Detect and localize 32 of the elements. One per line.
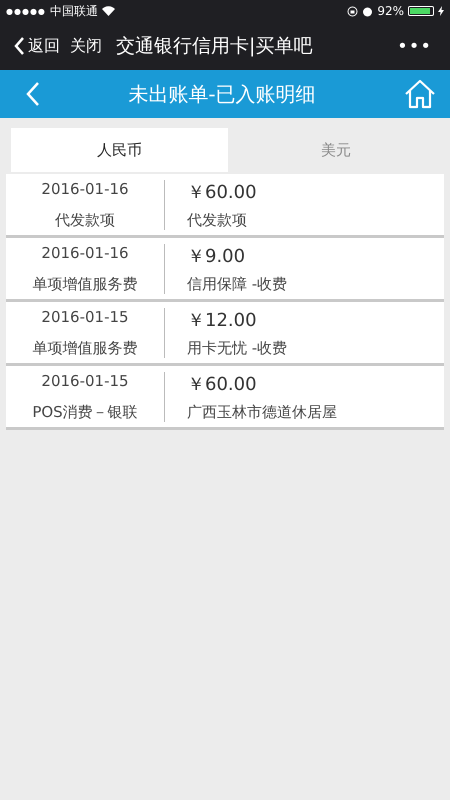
transaction-amount: ￥60.00 xyxy=(187,180,258,204)
lock-rotation-icon xyxy=(347,6,358,16)
battery-icon xyxy=(408,6,434,16)
transaction-type: POS消费－银联 xyxy=(32,402,138,422)
back-button[interactable] xyxy=(26,81,40,107)
page-title: 交通银行信用卡|买单吧 xyxy=(116,34,314,59)
transaction-description: 信用保障 -收费 xyxy=(187,274,288,294)
transaction-amount: ￥60.00 xyxy=(187,372,258,396)
more-button[interactable]: ••• xyxy=(397,36,438,56)
transaction-type: 代发款项 xyxy=(55,210,115,230)
transaction-description: 广西玉林市德道休居屋 xyxy=(187,402,338,422)
close-button[interactable]: 关闭 xyxy=(70,36,102,56)
transaction-type: 单项增值服务费 xyxy=(32,338,138,358)
currency-tab[interactable]: 人民币 xyxy=(11,128,228,172)
back-button[interactable]: 返回 xyxy=(14,36,60,56)
back-icon xyxy=(14,36,25,56)
transaction-description: 代发款项 xyxy=(187,210,248,230)
wifi-icon xyxy=(102,6,115,16)
charging-icon xyxy=(438,6,444,16)
transaction-amount: ￥12.00 xyxy=(187,308,258,332)
transaction-description: 用卡无忧 -收费 xyxy=(187,338,288,358)
transaction-date: 2016-01-15 xyxy=(41,372,129,390)
transaction-type: 单项增值服务费 xyxy=(32,274,138,294)
home-button[interactable] xyxy=(404,79,436,109)
transaction-date: 2016-01-16 xyxy=(41,180,129,198)
carrier-name: 中国联通 xyxy=(50,2,98,20)
transaction-date: 2016-01-16 xyxy=(41,244,129,262)
transaction-date: 2016-01-15 xyxy=(41,308,129,326)
signal-dots: ●●●●● xyxy=(6,6,46,16)
transaction-amount: ￥9.00 xyxy=(187,244,246,268)
battery-percent: 92% xyxy=(377,4,404,18)
header-title: 未出账单-已入账明细 xyxy=(127,80,317,108)
